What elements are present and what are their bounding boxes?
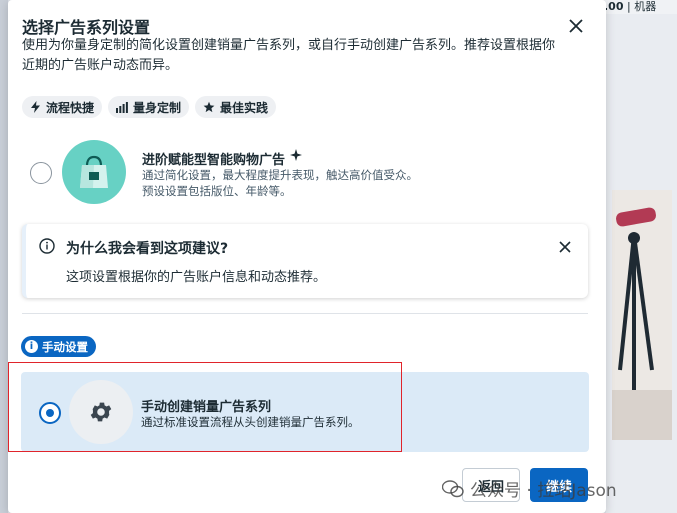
dialog-title: 选择广告系列设置 bbox=[22, 18, 151, 37]
back-button[interactable]: 返回 bbox=[462, 468, 520, 502]
chip-tailored: 量身定制 bbox=[108, 96, 190, 118]
chip-best-practice: 最佳实践 bbox=[195, 96, 277, 118]
info-box-title: 为什么我会看到这项建议? bbox=[66, 241, 229, 257]
chip-label: 流程快捷 bbox=[46, 100, 95, 115]
info-icon bbox=[39, 238, 55, 254]
manual-option-title: 手动创建销量广告系列 bbox=[141, 400, 272, 415]
info-box-body: 这项设置根据你的广告账户信息和动态推荐。 bbox=[66, 270, 327, 285]
campaign-setup-dialog: 选择广告系列设置 使用为你量身定制的简化设置创建销量广告系列，或自行手动创建广告… bbox=[8, 0, 606, 513]
advantage-option-desc-2: 预设设置包括版位、年龄等。 bbox=[142, 184, 292, 198]
info-box-close-button[interactable] bbox=[556, 238, 574, 256]
shopping-bag-icon bbox=[80, 155, 108, 188]
close-icon bbox=[559, 241, 571, 253]
close-icon bbox=[569, 19, 583, 33]
shopping-bag-illustration bbox=[62, 140, 126, 204]
bar-chart-icon bbox=[116, 101, 128, 113]
info-icon: i bbox=[25, 340, 38, 353]
sparkle-icon bbox=[289, 149, 302, 161]
chip-label: 量身定制 bbox=[133, 100, 182, 115]
chip-fast: 流程快捷 bbox=[22, 96, 103, 118]
advantage-option-desc-1: 通过简化设置，最大程度提升表现，触达高价值受众。 bbox=[142, 168, 418, 182]
gear-icon bbox=[90, 402, 112, 422]
telescope-illustration bbox=[612, 190, 672, 440]
advantage-option-title: 进阶赋能型智能购物广告 bbox=[142, 149, 302, 168]
star-icon bbox=[203, 101, 215, 113]
backdrop-illustration bbox=[612, 190, 672, 440]
backdrop-topbar: .00 | 机器 bbox=[600, 0, 677, 14]
dialog-description: 使用为你量身定制的简化设置创建销量广告系列，或自行手动创建广告系列。推荐设置根据… bbox=[22, 38, 556, 73]
feature-chips: 流程快捷 量身定制 最佳实践 bbox=[22, 96, 277, 118]
settings-illustration bbox=[69, 380, 133, 444]
advantage-shopping-option[interactable]: 进阶赋能型智能购物广告 通过简化设置，最大程度提升表现，触达高价值受众。 预设设… bbox=[22, 136, 582, 212]
section-divider bbox=[22, 313, 588, 314]
recommendation-info-box: 为什么我会看到这项建议? 这项设置根据你的广告账户信息和动态推荐。 bbox=[22, 224, 588, 298]
manual-option-desc: 通过标准设置流程从头创建销量广告系列。 bbox=[141, 415, 360, 429]
advantage-option-radio[interactable] bbox=[30, 162, 52, 184]
manual-campaign-option[interactable]: 手动创建销量广告系列 通过标准设置流程从头创建销量广告系列。 bbox=[21, 372, 589, 452]
close-button[interactable] bbox=[564, 14, 588, 38]
continue-button[interactable]: 继续 bbox=[530, 468, 588, 502]
manual-option-radio[interactable] bbox=[39, 402, 61, 424]
manual-setup-badge: i 手动设置 bbox=[21, 336, 96, 357]
backdrop-left bbox=[0, 0, 8, 513]
lightning-icon bbox=[31, 101, 40, 113]
chip-label: 最佳实践 bbox=[220, 100, 269, 115]
